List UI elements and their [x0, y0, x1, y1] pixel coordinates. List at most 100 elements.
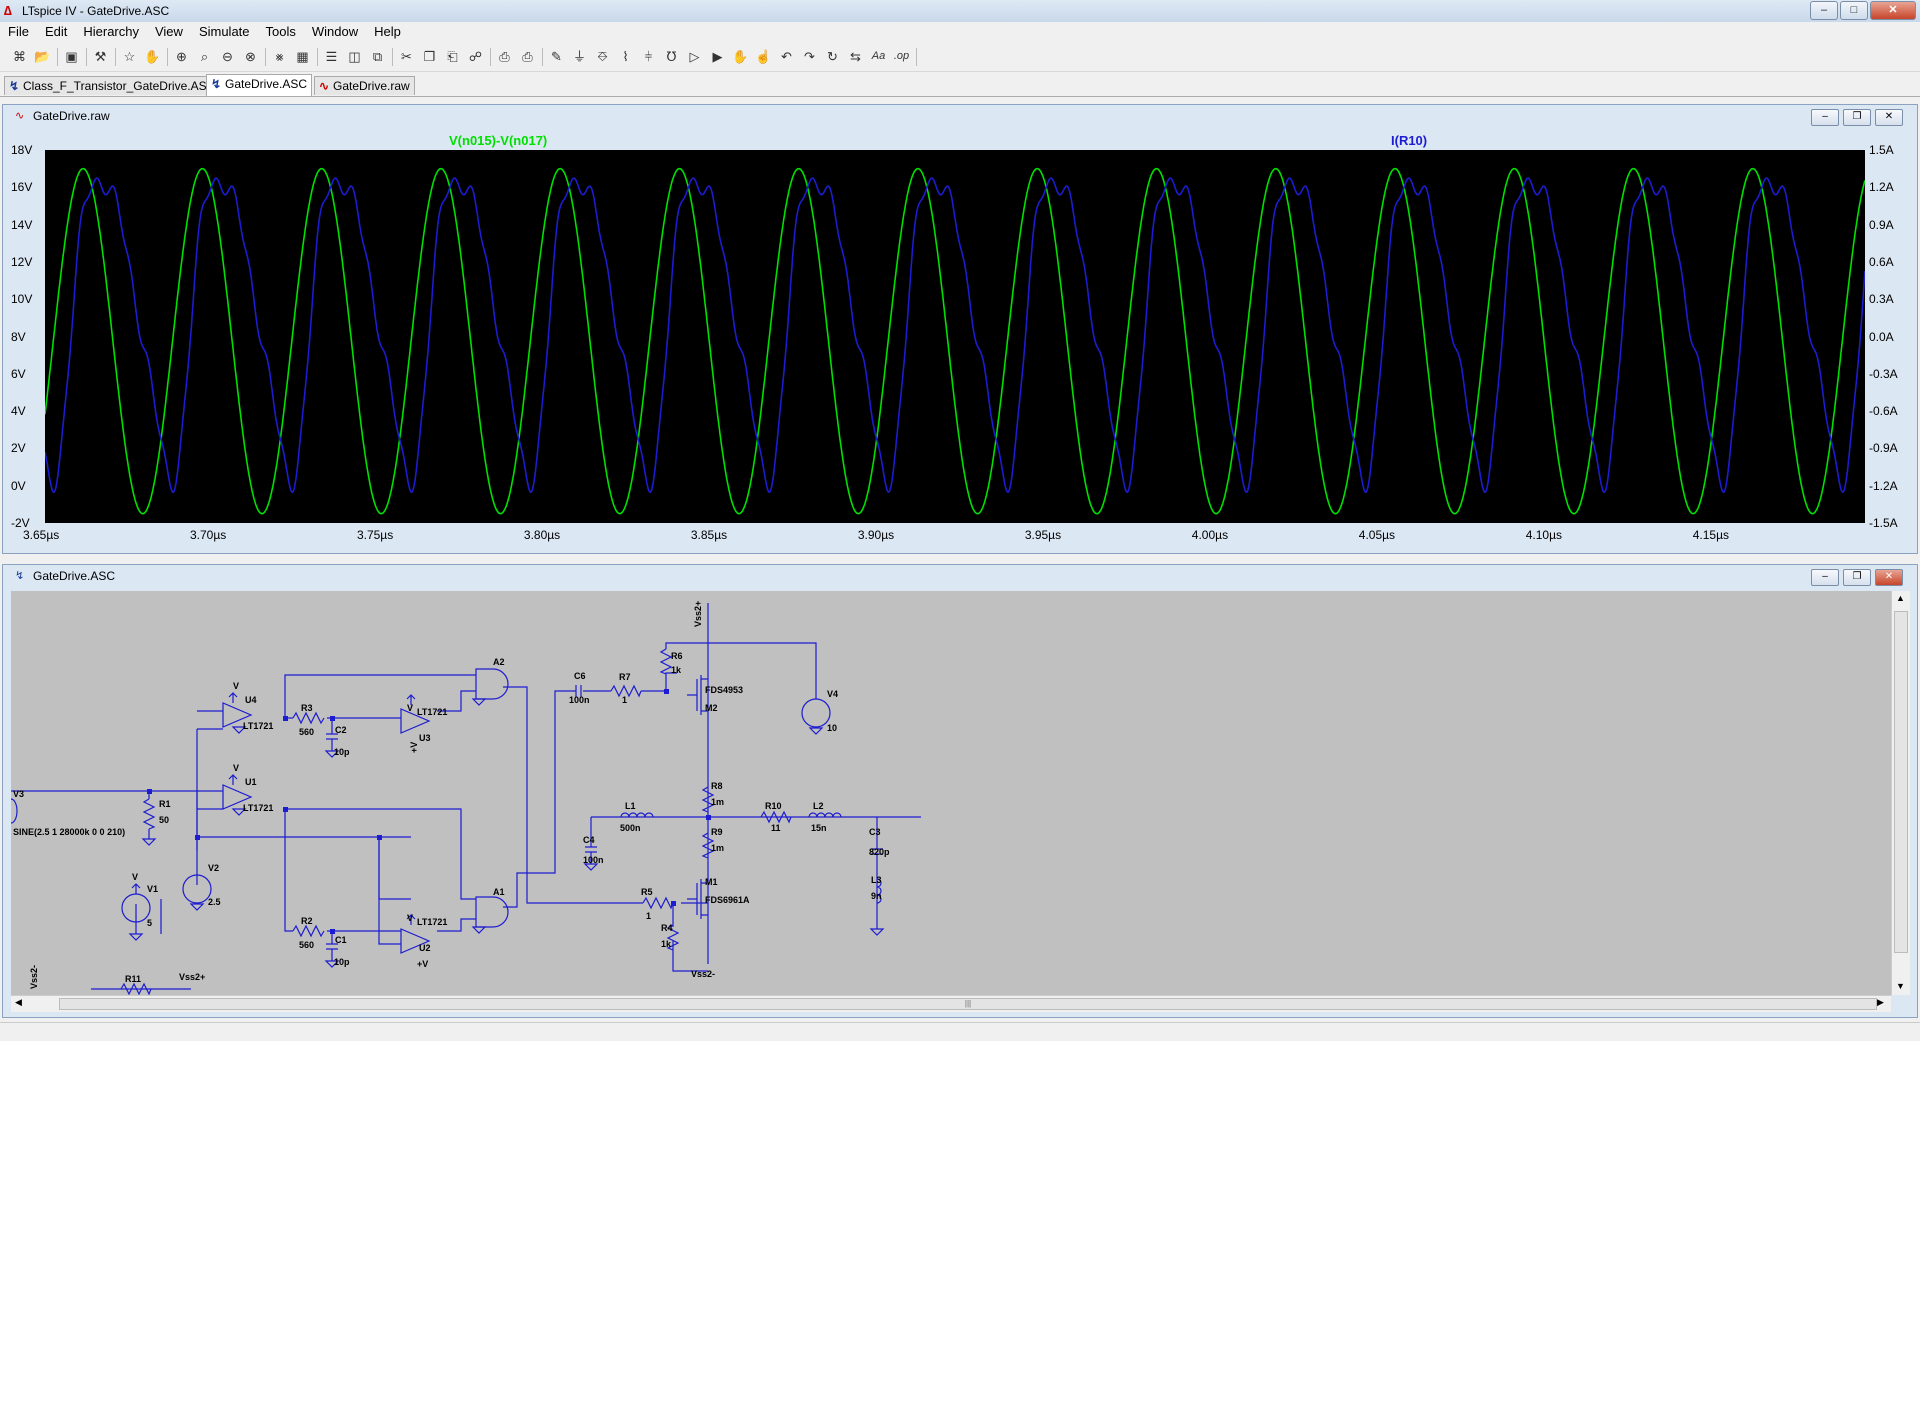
component-ref-c1[interactable]: C1 — [335, 935, 347, 945]
schematic-vertical-scrollbar[interactable]: ▲ ▼ — [1891, 591, 1910, 995]
component-value-u2[interactable]: LT1721 — [417, 917, 447, 927]
resistor-icon[interactable]: ⌇ — [616, 47, 635, 66]
net-label[interactable]: V — [407, 703, 413, 713]
component-ref-v4[interactable]: V4 — [827, 689, 838, 699]
net-label[interactable]: Vss2- — [29, 965, 39, 989]
halt-icon[interactable]: ✋ — [143, 47, 162, 66]
net-label[interactable]: Vss2- — [691, 969, 715, 979]
scroll-down-icon[interactable]: ▼ — [1896, 981, 1905, 991]
capacitor-icon[interactable]: ⫩ — [639, 47, 658, 66]
component-ref-r9[interactable]: R9 — [711, 827, 723, 837]
component-ref-a1[interactable]: A1 — [493, 887, 505, 897]
save-icon[interactable]: ▣ — [62, 47, 81, 66]
menu-file[interactable]: File — [0, 22, 37, 42]
scroll-up-icon[interactable]: ▲ — [1896, 593, 1905, 603]
paste-icon[interactable]: ⎗ — [443, 47, 462, 66]
component-value-m1[interactable]: FDS6961A — [705, 895, 750, 905]
component-value-c6[interactable]: 100n — [569, 695, 590, 705]
minimize-button[interactable]: – — [1810, 1, 1838, 20]
close-button[interactable]: ✕ — [1870, 1, 1916, 20]
component-ref-l3[interactable]: L3 — [871, 875, 882, 885]
mirror-icon[interactable]: ⇆ — [846, 47, 865, 66]
component-ref-u4[interactable]: U4 — [245, 695, 257, 705]
component-ref-u1[interactable]: U1 — [245, 777, 257, 787]
net-label[interactable]: Vss2+ — [179, 972, 205, 982]
net-label[interactable]: V — [233, 763, 239, 773]
grid-icon[interactable]: ▦ — [293, 47, 312, 66]
component-value-c2[interactable]: 10p — [334, 747, 350, 757]
component-ref-r7[interactable]: R7 — [619, 672, 631, 682]
net-label[interactable]: +V — [417, 959, 428, 969]
tab-gatedrive-schematic[interactable]: ↯ GateDrive.ASC — [206, 74, 313, 96]
spice-directive-icon[interactable]: .op — [892, 47, 911, 66]
maximize-button[interactable]: □ — [1840, 1, 1868, 20]
component-ref-r2[interactable]: R2 — [301, 916, 313, 926]
component-value-c1[interactable]: 10p — [334, 957, 350, 967]
component-ref-r3[interactable]: R3 — [301, 703, 313, 713]
component-ref-r11[interactable]: R11 — [125, 974, 141, 984]
tile-horizontal-icon[interactable]: ☰ — [322, 47, 341, 66]
menu-edit[interactable]: Edit — [37, 22, 75, 42]
component-ref-v3[interactable]: V3 — [13, 789, 24, 799]
component-value-l3[interactable]: 9n — [871, 891, 882, 901]
component-ref-r1[interactable]: R1 — [159, 799, 171, 809]
net-label[interactable]: Vss2+ — [693, 601, 703, 627]
component-ref-r8[interactable]: R8 — [711, 781, 723, 791]
component-ref-v1[interactable]: V1 — [147, 884, 158, 894]
component-ref-r10[interactable]: R10 — [765, 801, 782, 811]
component-ref-c6[interactable]: C6 — [574, 671, 586, 681]
component-ref-c4[interactable]: C4 — [583, 835, 595, 845]
cut-icon[interactable]: ✂ — [397, 47, 416, 66]
menu-window[interactable]: Window — [304, 22, 366, 42]
component-value-r7[interactable]: 1 — [622, 695, 627, 705]
control-panel-icon[interactable]: ⚒ — [91, 47, 110, 66]
trace-label-voltage[interactable]: V(n015)-V(n017) — [449, 133, 547, 148]
zoom-out-icon[interactable]: ⊖ — [218, 47, 237, 66]
drag-icon[interactable]: ☝ — [754, 47, 773, 66]
component-value-r1[interactable]: 50 — [159, 815, 169, 825]
tile-vertical-icon[interactable]: ◫ — [345, 47, 364, 66]
component-ref-r4[interactable]: R4 — [661, 923, 673, 933]
component-value-v2[interactable]: 2.5 — [208, 897, 221, 907]
component-ref-c3[interactable]: C3 — [869, 827, 881, 837]
component-value-v1[interactable]: 5 — [147, 918, 152, 928]
cascade-icon[interactable]: ⧉ — [368, 47, 387, 66]
component-value-u4[interactable]: LT1721 — [243, 721, 273, 731]
schematic-horizontal-scrollbar[interactable]: ◀ ||| ▶ — [11, 995, 1891, 1012]
component-value-l1[interactable]: 500n — [620, 823, 641, 833]
undo-icon[interactable]: ↶ — [777, 47, 796, 66]
net-label[interactable]: +V — [409, 742, 419, 753]
find-icon[interactable]: ☍ — [466, 47, 485, 66]
inductor-icon[interactable]: ℧ — [662, 47, 681, 66]
zoom-area-icon[interactable]: ⌕ — [195, 47, 214, 66]
component-ref-l2[interactable]: L2 — [813, 801, 824, 811]
copy-icon[interactable]: ❐ — [420, 47, 439, 66]
component-value-u3[interactable]: LT1721 — [417, 707, 447, 717]
component-value-m2[interactable]: FDS4953 — [705, 685, 743, 695]
diode-icon[interactable]: ▷ — [685, 47, 704, 66]
component-value-r10[interactable]: 11 — [771, 823, 781, 833]
open-icon[interactable]: 📂 — [33, 47, 52, 66]
component-ref-c2[interactable]: C2 — [335, 725, 347, 735]
redo-icon[interactable]: ↷ — [800, 47, 819, 66]
waveform-plot-area[interactable] — [44, 150, 1866, 523]
waveform-minimize-button[interactable]: – — [1811, 109, 1839, 126]
trace-label-current[interactable]: I(R10) — [1391, 133, 1427, 148]
menu-hierarchy[interactable]: Hierarchy — [75, 22, 147, 42]
component-value-c3[interactable]: 820p — [869, 847, 890, 857]
schematic-canvas[interactable]: U4 LT1721 U1 LT1721 U3 LT1721 U2 LT1721 R3 560 R2 5… — [10, 591, 1891, 996]
component-ref-l1[interactable]: L1 — [625, 801, 636, 811]
component-value-r4[interactable]: 1k — [661, 939, 672, 949]
component-ref-v2[interactable]: V2 — [208, 863, 219, 873]
component-value-v4[interactable]: 10 — [827, 723, 837, 733]
rotate-icon[interactable]: ↻ — [823, 47, 842, 66]
schematic-restore-button[interactable]: ❐ — [1843, 569, 1871, 586]
label-net-icon[interactable]: ⎑ — [593, 47, 612, 66]
component-ref-u3[interactable]: U3 — [419, 733, 431, 743]
component-ref-m2[interactable]: M2 — [705, 703, 718, 713]
component-value-r6[interactable]: 1k — [671, 665, 682, 675]
menu-tools[interactable]: Tools — [258, 22, 304, 42]
schematic-close-button[interactable]: ✕ — [1875, 569, 1903, 586]
zoom-fit-icon[interactable]: ⊗ — [241, 47, 260, 66]
scroll-right-icon[interactable]: ▶ — [1877, 997, 1884, 1008]
